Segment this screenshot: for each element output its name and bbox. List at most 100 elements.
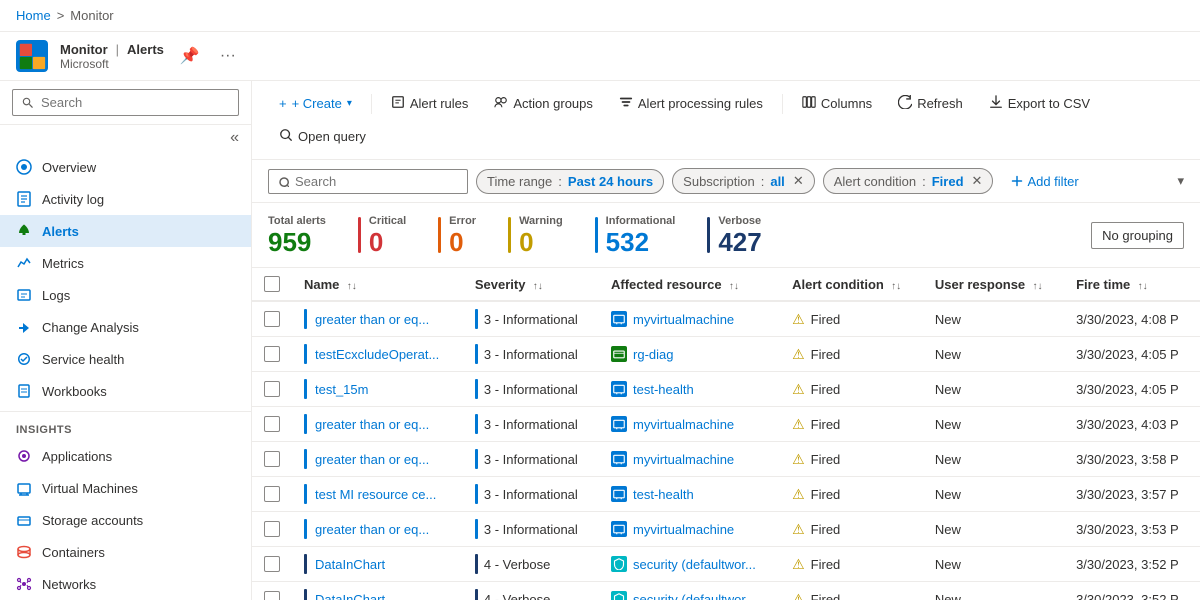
condition-text-0: Fired [811,312,841,327]
user-response-text-5: New [935,487,961,502]
resource-name-link-4[interactable]: myvirtualmachine [633,452,734,467]
more-button[interactable]: ··· [216,43,240,69]
sidebar-item-service-health[interactable]: Service health [0,343,251,375]
row-checkbox-1[interactable] [264,346,280,362]
warning-label: Warning [519,215,563,227]
severity-bar-5 [304,484,307,504]
alert-name-link-1[interactable]: testEcxcludeOperat... [315,347,439,362]
sidebar-item-storage-accounts[interactable]: Storage accounts [0,504,251,536]
filter-search-container[interactable] [268,169,468,194]
warning-icon-3: ⚠ [792,416,805,433]
td-resource-8: security (defaultwor... [599,582,780,600]
refresh-button[interactable]: Refresh [887,89,974,118]
user-response-text-2: New [935,382,961,397]
sidebar-item-virtual-machines[interactable]: Virtual Machines [0,472,251,504]
sidebar-item-label-alerts: Alerts [42,224,79,239]
alert-processing-rules-button[interactable]: Alert processing rules [608,89,774,118]
alert-name-link-8[interactable]: DataInChart [315,592,385,600]
warning-icon-6: ⚠ [792,521,805,538]
row-checkbox-5[interactable] [264,486,280,502]
severity-sort-icon: ↑↓ [533,281,543,292]
filter-expand-button[interactable]: ▾ [1177,173,1184,189]
subscription-filter[interactable]: Subscription : all ✕ [672,168,815,194]
sidebar-item-containers[interactable]: Containers [0,536,251,568]
open-query-button[interactable]: Open query [268,122,377,151]
row-checkbox-4[interactable] [264,451,280,467]
sidebar-item-logs[interactable]: Logs [0,279,251,311]
row-checkbox-cell-1 [252,337,292,372]
subscription-key: Subscription [683,174,755,189]
alert-condition-filter-close[interactable]: ✕ [972,173,983,189]
severity-indicator-8 [475,589,478,600]
critical-value: 0 [369,229,406,255]
filter-search-icon [277,175,289,187]
fire-time-text-1: 3/30/2023, 4:05 P [1076,347,1179,362]
subscription-filter-close[interactable]: ✕ [793,173,804,189]
toolbar-divider-2 [782,94,783,114]
resource-name-link-3[interactable]: myvirtualmachine [633,417,734,432]
resource-name-link-8[interactable]: security (defaultwor... [633,592,756,600]
td-fire-time-2: 3/30/2023, 4:05 P [1064,372,1200,407]
row-checkbox-8[interactable] [264,591,280,600]
verbose-label: Verbose [718,215,761,227]
sidebar-item-networks[interactable]: Networks [0,568,251,600]
create-dropdown-icon: ▾ [347,98,352,109]
row-checkbox-0[interactable] [264,311,280,327]
th-fire-time[interactable]: Fire time ↑↓ [1064,268,1200,301]
severity-bar-7 [304,554,307,574]
columns-button[interactable]: Columns [791,89,883,118]
resource-name-link-1[interactable]: rg-diag [633,347,673,362]
pin-button[interactable]: 📌 [176,42,204,70]
row-checkbox-3[interactable] [264,416,280,432]
th-user-response[interactable]: User response ↑↓ [923,268,1064,301]
th-condition[interactable]: Alert condition ↑↓ [780,268,923,301]
alert-name-link-3[interactable]: greater than or eq... [315,417,429,432]
breadcrumb-home[interactable]: Home [16,8,51,23]
td-user-response-5: New [923,477,1064,512]
resource-name-link-2[interactable]: test-health [633,382,694,397]
alert-name-link-0[interactable]: greater than or eq... [315,312,429,327]
create-button[interactable]: + + Create ▾ [268,90,363,117]
alert-rules-button[interactable]: Alert rules [380,89,480,118]
alert-name-link-2[interactable]: test_15m [315,382,368,397]
resource-name-link-7[interactable]: security (defaultwor... [633,557,756,572]
sidebar-collapse[interactable]: « [0,125,251,151]
th-resource[interactable]: Affected resource ↑↓ [599,268,780,301]
export-csv-button[interactable]: Export to CSV [978,89,1101,118]
sidebar-item-activity-log[interactable]: Activity log [0,183,251,215]
alert-name-link-4[interactable]: greater than or eq... [315,452,429,467]
time-range-filter[interactable]: Time range : Past 24 hours [476,169,664,194]
add-filter-icon [1011,175,1023,187]
select-all-checkbox[interactable] [264,276,280,292]
alert-name-link-7[interactable]: DataInChart [315,557,385,572]
alert-condition-filter[interactable]: Alert condition : Fired ✕ [823,168,994,194]
resource-name-link-5[interactable]: test-health [633,487,694,502]
td-fire-time-6: 3/30/2023, 3:53 P [1064,512,1200,547]
row-checkbox-6[interactable] [264,521,280,537]
filter-search-input[interactable] [295,174,435,189]
total-alerts-label: Total alerts [268,215,326,227]
sidebar-item-workbooks[interactable]: Workbooks [0,375,251,407]
row-checkbox-2[interactable] [264,381,280,397]
sidebar-search-input[interactable] [12,89,239,116]
resource-name-link-0[interactable]: myvirtualmachine [633,312,734,327]
row-checkbox-7[interactable] [264,556,280,572]
sidebar-item-overview[interactable]: Overview [0,151,251,183]
add-filter-button[interactable]: Add filter [1001,170,1088,193]
action-groups-button[interactable]: Action groups [483,89,604,118]
alert-name-link-6[interactable]: greater than or eq... [315,522,429,537]
th-name[interactable]: Name ↑↓ [292,268,463,301]
sidebar-item-label-logs: Logs [42,288,70,303]
th-severity[interactable]: Severity ↑↓ [463,268,599,301]
alert-name-link-5[interactable]: test MI resource ce... [315,487,436,502]
sidebar-item-change-analysis[interactable]: Change Analysis [0,311,251,343]
sidebar-item-alerts[interactable]: Alerts [0,215,251,247]
alerts-table-container: Name ↑↓ Severity ↑↓ Affected resource ↑↓ [252,268,1200,600]
grouping-button[interactable]: No grouping [1091,222,1184,249]
resource-name-link-6[interactable]: myvirtualmachine [633,522,734,537]
warning-icon-1: ⚠ [792,346,805,363]
action-groups-icon [494,95,508,112]
sidebar-item-applications[interactable]: Applications [0,440,251,472]
td-resource-6: myvirtualmachine [599,512,780,547]
sidebar-item-metrics[interactable]: Metrics [0,247,251,279]
